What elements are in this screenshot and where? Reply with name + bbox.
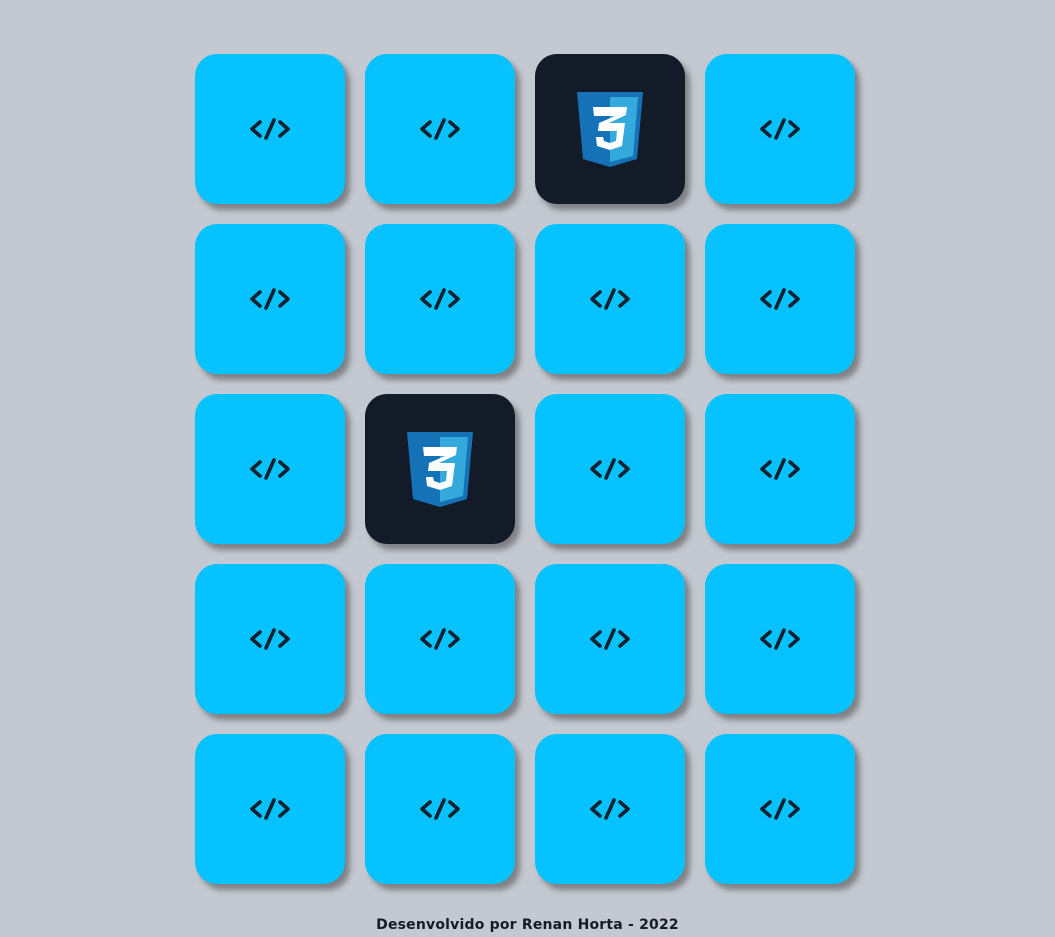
memory-card[interactable] (365, 564, 515, 714)
code-icon (419, 628, 461, 650)
game-board (195, 54, 855, 884)
memory-card[interactable] (365, 224, 515, 374)
memory-card[interactable] (705, 54, 855, 204)
footer-credit: Desenvolvido por Renan Horta - 2022 (376, 917, 679, 933)
code-icon (589, 458, 631, 480)
memory-card[interactable] (195, 394, 345, 544)
code-icon (589, 628, 631, 650)
memory-card[interactable] (705, 224, 855, 374)
code-icon (419, 288, 461, 310)
memory-card[interactable] (535, 394, 685, 544)
code-icon (759, 798, 801, 820)
code-icon (249, 458, 291, 480)
memory-card[interactable] (195, 564, 345, 714)
memory-card[interactable] (365, 54, 515, 204)
memory-card[interactable] (195, 224, 345, 374)
code-icon (249, 288, 291, 310)
memory-card[interactable] (705, 564, 855, 714)
memory-card-revealed[interactable] (365, 394, 515, 544)
memory-card[interactable] (705, 394, 855, 544)
code-icon (249, 798, 291, 820)
memory-card[interactable] (195, 734, 345, 884)
css3-logo-icon (406, 431, 474, 508)
code-icon (249, 118, 291, 140)
memory-card[interactable] (705, 734, 855, 884)
code-icon (759, 118, 801, 140)
code-icon (759, 628, 801, 650)
memory-card[interactable] (365, 734, 515, 884)
code-icon (759, 458, 801, 480)
memory-card-revealed[interactable] (535, 54, 685, 204)
memory-card[interactable] (535, 224, 685, 374)
memory-card[interactable] (535, 564, 685, 714)
code-icon (419, 798, 461, 820)
code-icon (419, 118, 461, 140)
code-icon (589, 798, 631, 820)
code-icon (759, 288, 801, 310)
code-icon (589, 288, 631, 310)
css3-logo-icon (576, 91, 644, 168)
memory-card[interactable] (195, 54, 345, 204)
code-icon (249, 628, 291, 650)
memory-card[interactable] (535, 734, 685, 884)
